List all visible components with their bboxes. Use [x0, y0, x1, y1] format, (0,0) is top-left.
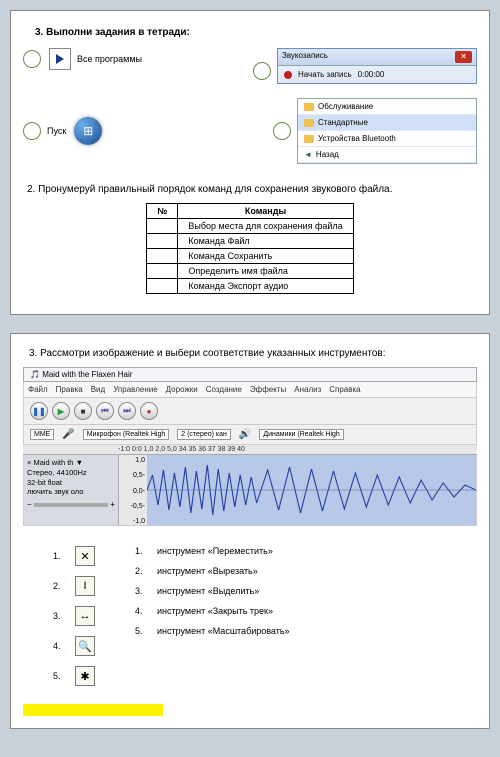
stop-icon: ■ — [74, 402, 92, 420]
worksheet-page-1: 3. Выполни задания в тетради: Все програ… — [10, 10, 490, 315]
skip-end-icon: ⏭ — [118, 402, 136, 420]
table-header-cmd: Команды — [178, 204, 353, 219]
move-tool-icon: ↔ — [75, 606, 95, 626]
num-cell[interactable] — [147, 234, 178, 249]
selection-tool-icon: I — [75, 576, 95, 596]
table-header-num: № — [147, 204, 178, 219]
skip-start-icon: ⏮ — [96, 402, 114, 420]
close-icon: ✕ — [455, 51, 472, 63]
all-programs-label: Все программы — [77, 54, 142, 64]
recorder-title: Звукозапись — [282, 51, 328, 63]
track-control-panel: × Maid with th ▼ Стерео, 44100Hz 32-bit … — [24, 455, 119, 525]
worksheet-page-2: 3. Рассмотри изображение и выбери соотве… — [10, 333, 490, 729]
cmd-cell: Команда Файл — [178, 234, 353, 249]
start-menu-folder-list: Обслуживание Стандартные Устройства Blue… — [297, 98, 477, 164]
tool-name: инструмент «Переместить» — [157, 546, 273, 556]
zoom-tool-icon: 🔍 — [75, 636, 95, 656]
audacity-titlebar: 🎵 Maid with the Flaxen Hair — [23, 367, 477, 382]
answer-circle[interactable] — [253, 62, 271, 80]
audacity-device-toolbar: MME 🎤 Микрофон (Realtek High 2 (стерео) … — [23, 425, 477, 445]
answer-circle[interactable] — [273, 122, 291, 140]
tool-name: инструмент «Масштабировать» — [157, 626, 290, 636]
multi-tool-icon: ✱ — [75, 666, 95, 686]
back-arrow-icon: ◄ — [304, 150, 312, 159]
cmd-cell: Команда Экспорт аудио — [178, 279, 353, 294]
num-cell[interactable] — [147, 219, 178, 234]
mic-dropdown: Микрофон (Realtek High — [83, 429, 169, 440]
waveform-display — [147, 455, 476, 525]
num-cell[interactable] — [147, 249, 178, 264]
play-icon: ▶ — [52, 402, 70, 420]
num-cell[interactable] — [147, 264, 178, 279]
record-icon: ● — [140, 402, 158, 420]
commands-table: № Команды Выбор места для сохранения фай… — [146, 203, 353, 294]
windows-orb-icon — [74, 117, 102, 145]
host-dropdown: MME — [30, 429, 54, 440]
amplitude-scale: 1,0 0,5- 0,0- -0,5- -1,0 — [119, 455, 147, 525]
answer-circle[interactable] — [23, 122, 41, 140]
timeline-ruler: -1:0 0:0 1,0 2,0 5,0 34 35 36 37 38 39 4… — [23, 445, 477, 455]
record-button-label: Начать запись — [298, 70, 352, 79]
tool-matching-exercise: 1.✕ 2.I 3.↔ 4.🔍 5.✱ 1.инструмент «Переме… — [23, 546, 477, 686]
all-programs-icon — [49, 48, 71, 70]
channels-dropdown: 2 (стерео) кан — [177, 429, 231, 440]
audacity-menubar: Файл Правка Вид Управление Дорожки Созда… — [23, 382, 477, 398]
start-label: Пуск — [47, 126, 66, 136]
task2-text: 2. Пронумеруй правильный порядок команд … — [27, 184, 477, 195]
speaker-dropdown: Динамики (Realtek High — [259, 429, 343, 440]
folder-icon — [304, 135, 314, 143]
yellow-highlight — [23, 704, 163, 716]
cmd-cell: Выбор места для сохранения файла — [178, 219, 353, 234]
folder-icon — [304, 119, 314, 127]
close-track-tool-icon: ✕ — [75, 546, 95, 566]
answer-circle[interactable] — [23, 50, 41, 68]
cmd-cell: Определить имя файла — [178, 264, 353, 279]
waveform-area: × Maid with th ▼ Стерео, 44100Hz 32-bit … — [23, 455, 477, 526]
sound-recorder-window: Звукозапись ✕ Начать запись 0:00:00 — [277, 48, 477, 84]
task3b-heading: 3. Рассмотри изображение и выбери соотве… — [29, 348, 477, 359]
cmd-cell: Команда Сохранить — [178, 249, 353, 264]
folder-icon — [304, 103, 314, 111]
num-cell[interactable] — [147, 279, 178, 294]
record-icon — [284, 71, 292, 79]
tool-name: инструмент «Выделить» — [157, 586, 259, 596]
audacity-transport-toolbar: ❚❚ ▶ ■ ⏮ ⏭ ● — [23, 398, 477, 425]
record-time: 0:00:00 — [358, 70, 385, 79]
tool-name: инструмент «Закрыть трек» — [157, 606, 273, 616]
tool-name: инструмент «Вырезать» — [157, 566, 258, 576]
pause-icon: ❚❚ — [30, 402, 48, 420]
task3-heading: 3. Выполни задания в тетради: — [35, 27, 477, 38]
